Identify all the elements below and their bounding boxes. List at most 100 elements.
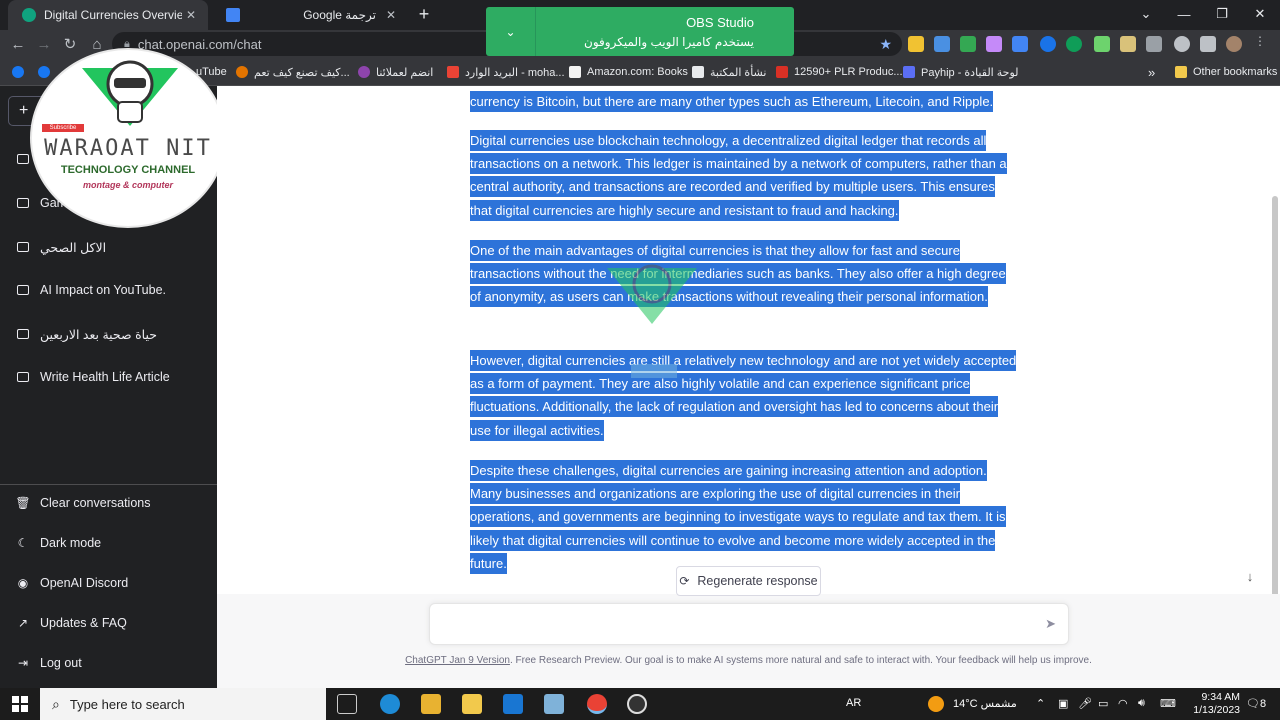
bookmark-item[interactable]: 12590+ PLR Produc... — [776, 63, 903, 81]
version-link[interactable]: ChatGPT Jan 9 Version — [405, 655, 510, 666]
chrome-icon[interactable] — [587, 694, 607, 714]
extension-icon[interactable] — [1012, 36, 1028, 52]
other-bookmarks[interactable]: Other bookmarks — [1175, 63, 1277, 81]
extension-icon[interactable] — [1094, 36, 1110, 52]
battery-icon[interactable]: ▭ — [1098, 697, 1108, 710]
clear-conversations-button[interactable]: 🗑︎ Clear conversations — [15, 492, 206, 514]
tab-title: Digital Currencies Overview — [44, 8, 182, 22]
logout-icon: ⇥ — [17, 656, 29, 670]
send-icon[interactable]: ➤ — [1045, 616, 1056, 632]
keyboard-icon[interactable]: ⌨︎ — [1160, 697, 1176, 710]
app-icon[interactable] — [544, 694, 564, 714]
mail-icon[interactable] — [503, 694, 523, 714]
sidebar-conversation[interactable]: Write Health Life Article — [16, 366, 206, 388]
close-icon[interactable]: ✕ — [182, 8, 200, 22]
dark-mode-button[interactable]: ☾ Dark mode — [16, 532, 206, 554]
bookmarks-more[interactable]: » — [1148, 63, 1155, 81]
store-icon[interactable] — [421, 694, 441, 714]
maximize-button[interactable]: ❐ — [1202, 0, 1242, 28]
bookmark-item[interactable]: نشأة المكتبة — [692, 63, 766, 81]
tab-digital-currencies[interactable]: Digital Currencies Overview ✕ — [8, 0, 208, 30]
new-tab-button[interactable]: + — [410, 0, 438, 28]
chevron-down-icon[interactable]: ⌄ — [486, 7, 536, 56]
discord-icon: ◉ — [17, 576, 29, 590]
obs-notification[interactable]: ⌄ OBS Studio يستخدم كاميرا الويب والميكر… — [486, 7, 794, 56]
edge-icon[interactable] — [380, 694, 400, 714]
notification-center-icon[interactable]: 🗨︎8 — [1246, 697, 1266, 710]
wifi-icon[interactable]: ◠ — [1118, 697, 1128, 710]
sidebar-conversation[interactable]: AI Impact on YouTube. — [16, 279, 206, 301]
footer-disclaimer: ChatGPT Jan 9 Version. Free Research Pre… — [405, 655, 1092, 666]
channel-watermark-icon — [607, 264, 697, 378]
log-out-button[interactable]: ⇥ Log out — [16, 652, 206, 674]
response-paragraph: Despite these challenges, digital curren… — [470, 459, 1018, 575]
bookmark-payhip[interactable]: Payhip - لوحة القيادة — [903, 63, 1019, 81]
minimize-button[interactable]: — — [1164, 0, 1204, 28]
updates-faq-link[interactable]: ↗ Updates & FAQ — [16, 612, 206, 634]
facebook-icon[interactable] — [12, 63, 30, 81]
chat-icon — [16, 327, 30, 341]
plus-icon: + — [19, 102, 29, 119]
extension-icon[interactable] — [934, 36, 950, 52]
chevron-up-icon[interactable]: ⌃ — [1036, 697, 1045, 710]
sync-icon[interactable] — [1174, 36, 1190, 52]
chat-icon — [16, 283, 30, 297]
tab-search-button[interactable]: ⌄ — [1126, 0, 1166, 28]
drive-extension-icon[interactable] — [960, 36, 976, 52]
response-paragraph: One of the main advantages of digital cu… — [470, 239, 1018, 309]
profile-avatar[interactable] — [1226, 36, 1242, 52]
chat-main: currency is Bitcoin, but there are many … — [217, 86, 1280, 688]
response-paragraph: Digital currencies use blockchain techno… — [470, 129, 1018, 222]
volume-icon[interactable]: 🔊︎ — [1138, 697, 1145, 710]
obs-title: OBS Studio — [686, 15, 754, 30]
tab-google-translate[interactable]: Google ترجمة ✕ — [212, 0, 408, 30]
sidebar-conversation[interactable]: الاكل الصحي — [16, 236, 206, 258]
file-explorer-icon[interactable] — [462, 694, 482, 714]
weather-text[interactable]: 14°C مشمس — [953, 697, 1017, 710]
chat-icon — [16, 152, 30, 166]
puzzle-icon[interactable] — [1146, 36, 1162, 52]
side-panel-icon[interactable] — [1200, 36, 1216, 52]
language-indicator[interactable]: AR — [846, 697, 861, 709]
windows-start-icon[interactable] — [12, 696, 28, 712]
menu-icon[interactable]: ⋮ — [1254, 34, 1270, 50]
sidebar-conversation[interactable]: حياة صحية بعد الاربعين — [16, 323, 206, 345]
task-view-icon[interactable] — [337, 694, 357, 714]
camera-icon[interactable]: ▣ — [1058, 697, 1068, 710]
scrollbar[interactable] — [1272, 196, 1278, 616]
channel-logo: Subscribe WARAOAT NIT TECHNOLOGY CHANNEL… — [30, 48, 226, 228]
response-paragraph: However, digital currencies are still a … — [470, 349, 1018, 442]
extension-icon[interactable] — [986, 36, 1002, 52]
prompt-input[interactable]: ➤ — [429, 603, 1069, 645]
extension-icon[interactable] — [908, 36, 924, 52]
extension-icon[interactable] — [1066, 36, 1082, 52]
chat-icon — [16, 240, 30, 254]
taskbar-clock[interactable]: 9:34 AM 1/13/2023 — [1193, 691, 1240, 717]
scroll-down-icon[interactable]: ↓ — [1240, 566, 1260, 586]
obs-message: يستخدم كاميرا الويب والميكروفون — [584, 35, 754, 49]
bookmark-amazon[interactable]: Amazon.com: Books — [569, 63, 688, 81]
openai-icon — [22, 8, 36, 22]
bookmark-star-icon[interactable]: ★ — [879, 36, 892, 53]
channel-name: WARAOAT NIT — [44, 136, 212, 161]
openai-discord-link[interactable]: ◉ OpenAI Discord — [16, 572, 206, 594]
taskbar-search[interactable]: ⌕ Type here to search — [40, 688, 326, 720]
bookmark-item[interactable]: انضم لعملائنا — [358, 63, 433, 81]
weather-sun-icon[interactable] — [928, 696, 944, 712]
google-translate-icon — [226, 8, 240, 22]
chat-icon — [16, 370, 30, 384]
close-window-button[interactable]: ✕ — [1240, 0, 1280, 28]
regenerate-response-button[interactable]: ⟳ Regenerate response — [676, 566, 821, 596]
extension-icon[interactable] — [1120, 36, 1136, 52]
youtube-subscribe-label: Subscribe — [42, 124, 84, 132]
channel-tagline: montage & computer — [82, 180, 173, 190]
obs-icon[interactable] — [627, 694, 647, 714]
close-icon[interactable]: ✕ — [382, 8, 400, 22]
response-paragraph: currency is Bitcoin, but there are many … — [470, 90, 1018, 113]
back-icon[interactable]: ← — [6, 32, 30, 56]
bookmark-item[interactable]: كيف تصنع كيف تعم... — [236, 63, 350, 81]
extension-icon[interactable] — [1040, 36, 1056, 52]
bookmark-gmail[interactable]: البريد الوارد - moha... — [447, 63, 565, 81]
trash-icon: 🗑︎ — [15, 496, 31, 510]
microphone-icon[interactable]: 🎤︎ — [1078, 697, 1092, 710]
